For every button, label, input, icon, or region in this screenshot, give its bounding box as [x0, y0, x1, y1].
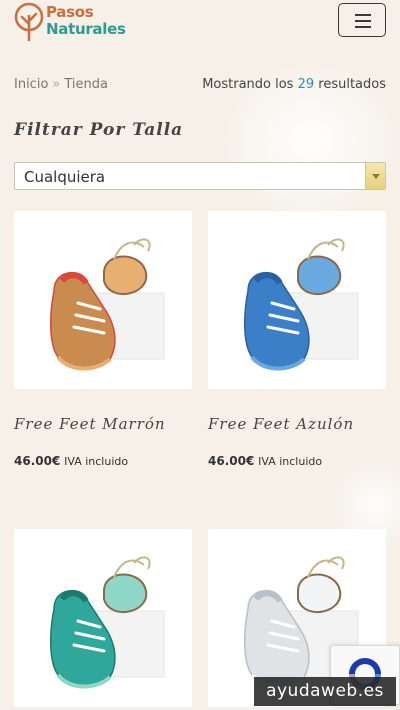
logo-line-2: Naturales [46, 20, 126, 38]
tree-logo-icon [14, 2, 44, 42]
dropdown-arrow-icon[interactable] [365, 163, 385, 189]
product-card[interactable] [14, 529, 192, 707]
price-tax-note: IVA incluido [64, 455, 129, 468]
hamburger-icon-bar [355, 20, 371, 22]
product-card[interactable]: Free Feet Marrón 46.00€ IVA incluido [14, 211, 192, 468]
results-number: 29 [297, 77, 315, 92]
shoe-image [49, 556, 165, 689]
logo-text: Pasos Naturales [46, 4, 126, 38]
filter-title: Filtrar Por Talla [14, 120, 184, 140]
price-tax-note: IVA incluido [258, 455, 323, 468]
product-name[interactable]: Free Feet Azulón [208, 415, 354, 433]
breadcrumb: Inicio » Tienda [14, 77, 108, 92]
logo-line-1: Pasos [46, 3, 94, 21]
price-value: 46.00€ [208, 454, 255, 468]
menu-toggle-button[interactable] [338, 3, 386, 37]
watermark: ayudaweb.es [254, 677, 396, 706]
product-image[interactable] [208, 211, 386, 389]
hamburger-icon-bar [355, 26, 371, 28]
breadcrumb-home-link[interactable]: Inicio [14, 77, 48, 92]
product-image[interactable] [14, 529, 192, 707]
price-value: 46.00€ [14, 454, 61, 468]
size-filter-value: Cualquiera [24, 168, 106, 186]
breadcrumb-current: Tienda [64, 77, 108, 92]
product-image[interactable] [14, 211, 192, 389]
product-price: 46.00€ IVA incluido [208, 454, 322, 468]
shoe-image [243, 238, 359, 371]
breadcrumb-separator: » [52, 77, 61, 92]
product-name[interactable]: Free Feet Marrón [14, 415, 166, 433]
shoe-image [49, 238, 165, 371]
site-header: Pasos Naturales [0, 0, 400, 50]
product-price: 46.00€ IVA incluido [14, 454, 128, 468]
size-filter-select[interactable]: Cualquiera [14, 162, 386, 190]
hamburger-icon [355, 14, 371, 16]
results-prefix: Mostrando los [202, 77, 298, 92]
site-logo[interactable]: Pasos Naturales [12, 2, 152, 44]
product-card[interactable]: Free Feet Azulón 46.00€ IVA incluido [208, 211, 386, 468]
results-suffix: resultados [314, 77, 386, 92]
results-count: Mostrando los 29 resultados [202, 77, 386, 92]
